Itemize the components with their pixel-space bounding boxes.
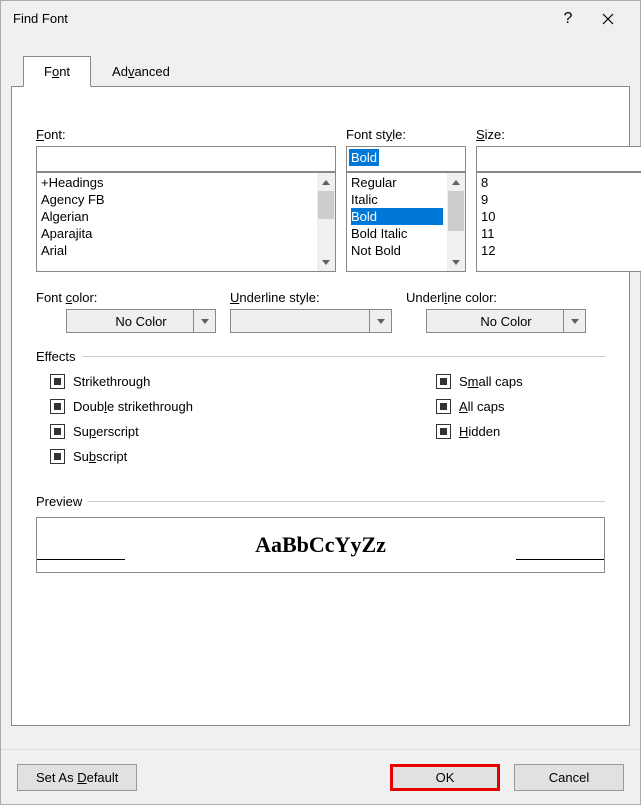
list-item[interactable]: 12: [481, 242, 639, 259]
chevron-down-icon: [193, 310, 215, 332]
close-button[interactable]: [588, 4, 628, 34]
tristate-icon: [50, 424, 65, 439]
scroll-up-icon[interactable]: [447, 173, 465, 191]
size-label: Size:: [476, 127, 641, 142]
list-item[interactable]: Bold Italic: [351, 225, 443, 242]
effects-legend: Effects: [36, 349, 76, 364]
fontcolor-dropdown[interactable]: No Color: [66, 309, 216, 333]
underlinecolor-dropdown[interactable]: No Color: [426, 309, 586, 333]
underlinestyle-label: Underline style:: [230, 290, 392, 305]
checkbox-small-caps[interactable]: Small caps: [436, 374, 523, 389]
list-item[interactable]: Agency FB: [41, 191, 313, 208]
close-icon: [602, 13, 614, 25]
underlinecolor-label: Underline color:: [406, 290, 586, 305]
divider: [88, 501, 605, 502]
checkbox-subscript[interactable]: Subscript: [50, 449, 436, 464]
font-input[interactable]: [36, 146, 336, 172]
underlinecolor-value: No Color: [433, 314, 579, 329]
font-label: Font:: [36, 127, 336, 142]
checkbox-hidden[interactable]: Hidden: [436, 424, 523, 439]
tristate-icon: [50, 399, 65, 414]
ok-button[interactable]: OK: [390, 764, 500, 791]
checkbox-label: Hidden: [459, 424, 500, 439]
font-list[interactable]: +Headings Agency FB Algerian Aparajita A…: [36, 172, 336, 272]
tristate-icon: [436, 399, 451, 414]
tristate-icon: [50, 374, 65, 389]
list-item[interactable]: +Headings: [41, 174, 313, 191]
fontstyle-scrollbar[interactable]: [447, 173, 465, 271]
list-item[interactable]: Italic: [351, 191, 443, 208]
preview-text: AaBbCcYyZz: [255, 532, 386, 558]
checkbox-all-caps[interactable]: All caps: [436, 399, 523, 414]
tab-font[interactable]: Font: [23, 56, 91, 87]
dialog-title: Find Font: [13, 11, 548, 26]
list-item[interactable]: 9: [481, 191, 639, 208]
checkbox-label: Superscript: [73, 424, 139, 439]
checkbox-label: Small caps: [459, 374, 523, 389]
size-input[interactable]: [476, 146, 641, 172]
checkbox-double-strikethrough[interactable]: Double strikethrough: [50, 399, 436, 414]
list-item[interactable]: Aparajita: [41, 225, 313, 242]
size-list[interactable]: 8 9 10 11 12: [476, 172, 641, 272]
tristate-icon: [436, 374, 451, 389]
fontstyle-input[interactable]: Bold: [346, 146, 466, 172]
list-item[interactable]: Algerian: [41, 208, 313, 225]
set-default-button[interactable]: Set As Default: [17, 764, 137, 791]
checkbox-superscript[interactable]: Superscript: [50, 424, 436, 439]
scroll-down-icon[interactable]: [317, 253, 335, 271]
checkbox-label: Double strikethrough: [73, 399, 193, 414]
checkbox-strikethrough[interactable]: Strikethrough: [50, 374, 436, 389]
scroll-down-icon[interactable]: [447, 253, 465, 271]
list-item[interactable]: 10: [481, 208, 639, 225]
help-button[interactable]: ?: [548, 4, 588, 34]
checkbox-label: All caps: [459, 399, 505, 414]
dialog-body: Font: +Headings Agency FB Algerian Apara…: [11, 86, 630, 726]
tab-advanced[interactable]: Advanced: [91, 56, 191, 87]
list-item[interactable]: Not Bold: [351, 242, 443, 259]
checkbox-label: Strikethrough: [73, 374, 150, 389]
fontstyle-list[interactable]: Regular Italic Bold Bold Italic Not Bold: [346, 172, 466, 272]
tristate-icon: [436, 424, 451, 439]
list-item[interactable]: Regular: [351, 174, 443, 191]
list-item[interactable]: Bold: [351, 208, 443, 225]
fontstyle-label: Font style:: [346, 127, 466, 142]
preview-legend: Preview: [36, 494, 82, 509]
font-scrollbar[interactable]: [317, 173, 335, 271]
checkbox-label: Subscript: [73, 449, 127, 464]
tristate-icon: [50, 449, 65, 464]
list-item[interactable]: 11: [481, 225, 639, 242]
chevron-down-icon: [563, 310, 585, 332]
scroll-up-icon[interactable]: [317, 173, 335, 191]
chevron-down-icon: [369, 310, 391, 332]
cancel-button[interactable]: Cancel: [514, 764, 624, 791]
list-item[interactable]: 8: [481, 174, 639, 191]
divider: [82, 356, 605, 357]
list-item[interactable]: Arial: [41, 242, 313, 259]
fontcolor-value: No Color: [73, 314, 209, 329]
underlinestyle-dropdown[interactable]: [230, 309, 392, 333]
fontcolor-label: Font color:: [36, 290, 216, 305]
preview-box: AaBbCcYyZz: [36, 517, 605, 573]
